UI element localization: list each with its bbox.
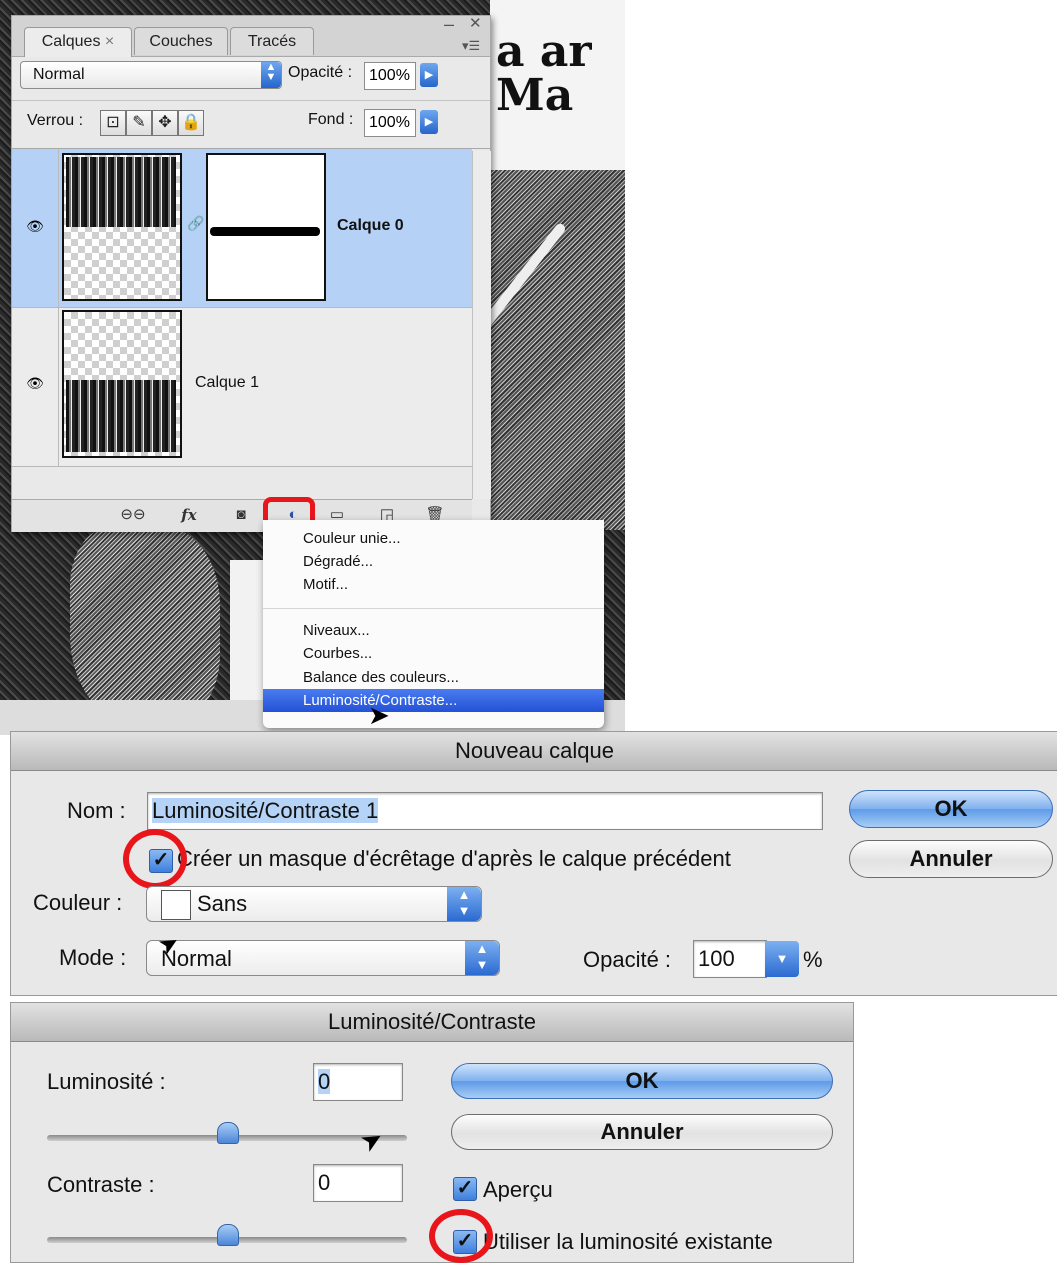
clip-mask-label: Créer un masque d'écrêtage d'après le ca… [177,846,731,871]
lock-all-icon[interactable]: 🔒 [178,110,204,136]
fill-label: Fond : [308,111,354,128]
link-icon[interactable]: ⊖⊖ [120,504,146,526]
name-value: Luminosité/Contraste 1 [152,798,379,823]
adjustment-menu: Couleur unie... Dégradé... Motif... Nive… [263,520,604,730]
layers-scrollbar[interactable] [472,151,491,499]
lock-brush-icon[interactable]: ✎ [126,110,152,136]
ok-button[interactable]: OK [849,790,1053,828]
tab-couches[interactable]: Couches [134,27,228,55]
cursor-icon: ➤ [354,1121,389,1159]
tab-label: Calques [41,33,101,50]
opacity-arrow-button[interactable]: ▶ [420,63,438,87]
menu-item-luminosite-contraste[interactable]: Luminosité/Contraste... [263,689,604,712]
brightness-slider-knob[interactable] [217,1122,239,1144]
menu-item-balance-couleurs[interactable]: Balance des couleurs... [263,666,604,689]
layer-row-calque-0[interactable]: 👁 🔗 Calque 0 [12,149,472,308]
new-layer-dialog: Nouveau calque Nom : Luminosité/Contrast… [10,731,1057,996]
opacity-input[interactable]: 100% [364,62,416,90]
opacity-label: Opacité : [288,64,353,81]
brightness-input[interactable]: 0 [313,1063,403,1101]
cancel-button[interactable]: Annuler [451,1114,833,1150]
tab-traces[interactable]: Tracés [230,27,314,55]
fill-input[interactable]: 100% [364,109,416,137]
eye-icon[interactable]: 👁 [24,376,46,390]
chain-link-icon[interactable]: 🔗 [187,215,204,232]
opacity-label: Opacité : [583,947,672,972]
brightness-label: Luminosité : [47,1069,166,1094]
close-panel-icon[interactable]: ✕ [469,14,482,32]
close-icon[interactable]: × [105,33,114,50]
mode-label: Mode : [59,945,127,970]
lock-label: Verrou : [27,112,84,129]
menu-item-degrade[interactable]: Dégradé... [263,550,604,573]
highlight-circle [429,1209,493,1263]
color-value: Sans [197,891,248,916]
fill-arrow-button[interactable]: ▶ [420,110,438,134]
visibility-cell[interactable]: 👁 [12,149,59,307]
eye-icon[interactable]: 👁 [24,219,46,233]
preview-label: Aperçu [483,1177,553,1202]
panel-tab-bar: Calques × Couches Tracés – ✕ ▾☰ [12,14,490,57]
lock-transparency-icon[interactable]: ⊡ [100,110,126,136]
layer-thumbnail [62,153,182,301]
name-input[interactable]: Luminosité/Contraste 1 [147,792,823,830]
highlight-circle [123,829,187,889]
layer-mask-thumbnail[interactable] [206,153,326,301]
minimize-icon[interactable]: – [444,14,454,35]
cancel-button[interactable]: Annuler [849,840,1053,878]
menu-item-couleur-unie[interactable]: Couleur unie... [263,527,604,550]
color-label: Couleur : [33,890,123,915]
layer-name[interactable]: Calque 0 [337,217,404,235]
tab-calques[interactable]: Calques × [24,27,132,57]
menu-separator [263,608,604,609]
color-select[interactable]: Sans ▲ ▼ [146,886,482,922]
legacy-label: Utiliser la luminosité existante [483,1229,773,1254]
opacity-input[interactable]: 100 [693,940,767,978]
dialog-title: Nouveau calque [11,732,1057,771]
updown-icon: ▲ ▼ [261,62,281,88]
layer-name[interactable]: Calque 1 [195,374,259,392]
preview-checkbox[interactable]: ✓ [453,1177,477,1201]
visibility-cell[interactable]: 👁 [12,308,59,466]
updown-icon: ▲ ▼ [465,941,499,975]
blend-mode-value: Normal [33,66,85,83]
layer-thumbnail [62,310,182,458]
mode-select[interactable]: Normal ▲ ▼ [146,940,500,976]
menu-item-motif[interactable]: Motif... [263,573,604,596]
blend-mode-select[interactable]: Normal ▲ ▼ [20,61,282,89]
brightness-value: 0 [318,1069,331,1094]
menu-item-niveaux[interactable]: Niveaux... [263,619,604,642]
contrast-input[interactable]: 0 [313,1164,403,1202]
lock-move-icon[interactable]: ✥ [152,110,178,136]
menu-item-courbes[interactable]: Courbes... [263,642,604,665]
dialog-title: Luminosité/Contraste [11,1003,853,1042]
color-swatch [161,890,191,920]
percent-label: % [803,947,823,972]
fx-icon[interactable]: fx [176,504,202,526]
panel-menu-icon[interactable]: ▾☰ [462,38,480,54]
brightness-contrast-dialog: Luminosité/Contraste Luminosité : 0 ➤ Co… [10,1002,854,1263]
opacity-dropdown-icon[interactable]: ▼ [765,941,799,977]
layers-panel: Calques × Couches Tracés – ✕ ▾☰ Normal ▲… [11,14,491,532]
name-label: Nom : [67,798,126,823]
cursor-icon: ➤ [368,700,390,730]
contrast-label: Contraste : [47,1172,155,1197]
updown-icon: ▲ ▼ [447,887,481,921]
ok-button[interactable]: OK [451,1063,833,1099]
mask-icon[interactable]: ◙ [228,504,254,526]
layer-row-calque-1[interactable]: 👁 Calque 1 [12,308,472,467]
contrast-slider-knob[interactable] [217,1224,239,1246]
